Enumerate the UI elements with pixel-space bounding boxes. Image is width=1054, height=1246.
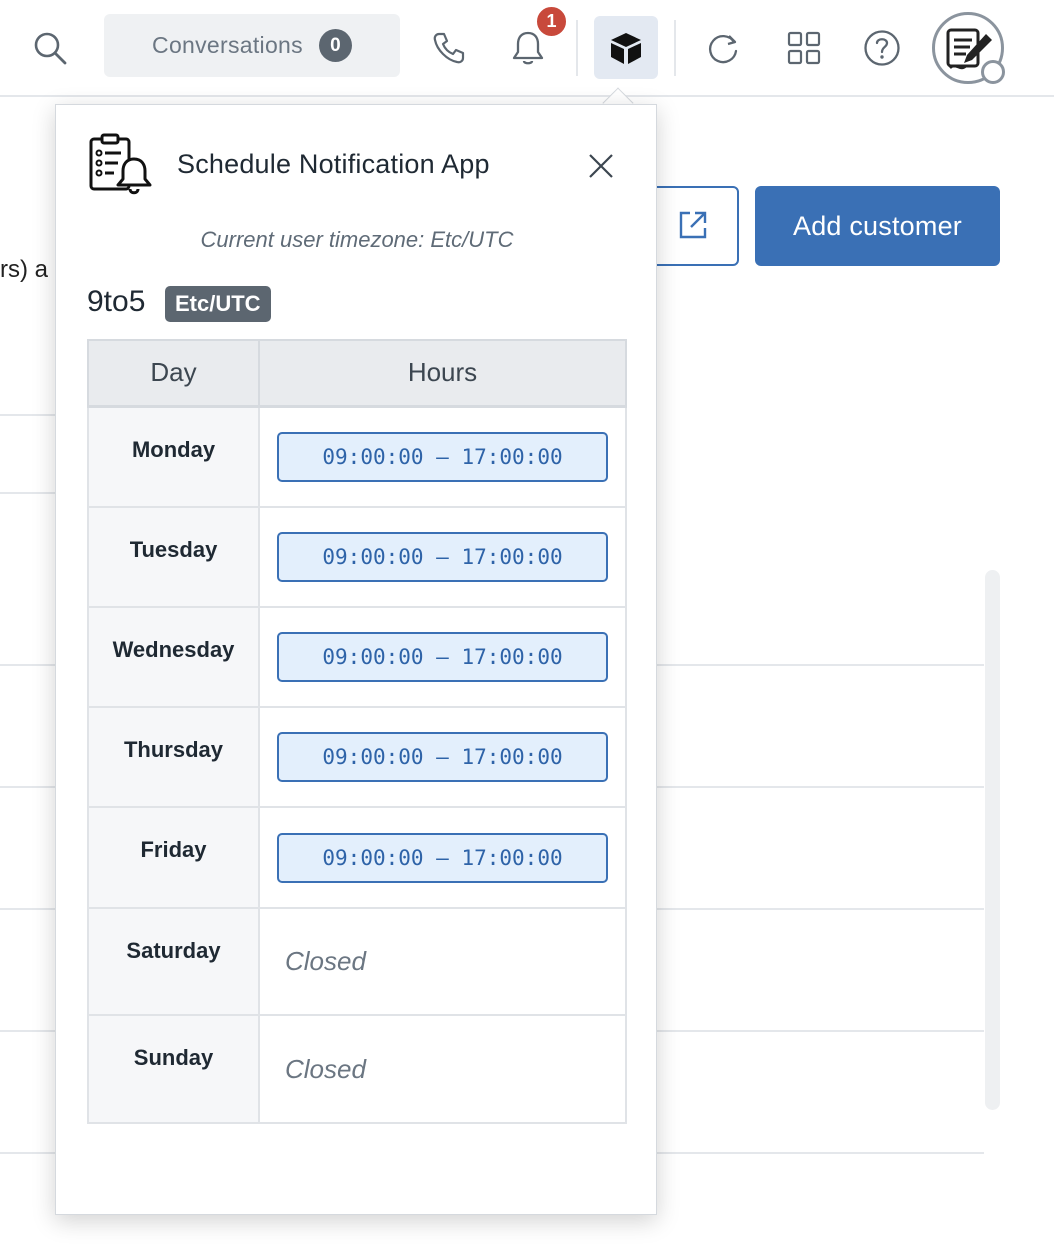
time-range-pill: 09:00:00 – 17:00:00: [277, 431, 608, 482]
scrollbar[interactable]: [985, 570, 1000, 1110]
hours-cell: 09:00:00 – 17:00:00: [258, 606, 627, 708]
day-cell: Friday: [87, 806, 260, 909]
cube-icon: [611, 32, 641, 64]
hours-cell: Closed: [258, 907, 627, 1016]
divider: [0, 414, 60, 416]
top-bar: Conversations 0 1: [0, 0, 1054, 97]
background-text: rs) a: [0, 256, 48, 283]
table-row: Tuesday 09:00:00 – 17:00:00: [87, 506, 627, 608]
table-row: Wednesday 09:00:00 – 17:00:00: [87, 606, 627, 708]
day-label: Saturday: [126, 938, 221, 963]
day-cell: Sunday: [87, 1014, 260, 1124]
divider: [0, 664, 60, 666]
divider: [656, 1030, 984, 1032]
time-range-pill: 09:00:00 – 17:00:00: [277, 832, 608, 883]
divider: [0, 1152, 60, 1154]
hours-cell: 09:00:00 – 17:00:00: [258, 405, 627, 508]
day-column-header: Day: [87, 339, 260, 408]
notification-count-badge: 1: [535, 5, 568, 38]
refresh-icon[interactable]: [698, 24, 748, 72]
time-range-pill: 09:00:00 – 17:00:00: [277, 732, 608, 782]
timezone-note: Current user timezone: Etc/UTC: [200, 227, 514, 252]
divider: [0, 492, 60, 494]
table-header-row: Day Hours: [87, 339, 627, 408]
time-range-pill: 09:00:00 – 17:00:00: [277, 532, 608, 582]
divider: [656, 1152, 984, 1154]
table-row: Monday 09:00:00 – 17:00:00: [87, 405, 627, 508]
external-link-icon: [679, 211, 707, 239]
divider: [656, 664, 984, 666]
schedule-name: 9to5: [87, 285, 146, 318]
day-label: Friday: [140, 837, 207, 862]
closed-label: Closed: [285, 1053, 366, 1084]
divider: [0, 1030, 60, 1032]
schedule-popover: Schedule Notification App Current user t…: [55, 104, 657, 1215]
help-icon[interactable]: [858, 24, 906, 72]
hours-table: Day Hours Monday 09:00:00 – 17:00:00 Tue…: [87, 339, 627, 1124]
time-range-pill: 09:00:00 – 17:00:00: [277, 632, 608, 682]
phone-icon[interactable]: [424, 24, 472, 72]
table-row: Friday 09:00:00 – 17:00:00: [87, 806, 627, 909]
table-row: Saturday Closed: [87, 907, 627, 1016]
day-cell: Saturday: [87, 907, 260, 1016]
apps-button[interactable]: [594, 16, 658, 79]
table-row: Thursday 09:00:00 – 17:00:00: [87, 706, 627, 808]
table-row: Sunday Closed: [87, 1014, 627, 1124]
schedule-bell-icon: [88, 133, 154, 197]
divider: [0, 908, 60, 910]
day-label: Wednesday: [112, 637, 235, 662]
day-label: Monday: [131, 436, 216, 462]
hours-cell: Closed: [258, 1014, 627, 1124]
day-cell: Thursday: [87, 706, 260, 808]
day-label: Thursday: [123, 737, 224, 762]
close-icon[interactable]: [586, 151, 616, 181]
day-label: Tuesday: [129, 537, 218, 562]
divider: [656, 908, 984, 910]
day-cell: Wednesday: [87, 606, 260, 708]
app-grid-icon[interactable]: [780, 24, 828, 72]
divider: [0, 786, 60, 788]
timezone-badge: Etc/UTC: [165, 286, 271, 322]
hours-cell: 09:00:00 – 17:00:00: [258, 806, 627, 909]
day-cell: Monday: [87, 405, 260, 508]
toolbar-divider: [674, 20, 676, 76]
day-label: Sunday: [133, 1045, 214, 1070]
add-customer-button[interactable]: Add customer: [755, 186, 1000, 266]
hours-column-header: Hours: [258, 339, 627, 408]
toolbar-divider: [576, 20, 578, 76]
conversations-count-badge: 0: [318, 29, 352, 62]
avatar-status-indicator: [981, 60, 1005, 84]
hours-cell: 09:00:00 – 17:00:00: [258, 706, 627, 808]
closed-label: Closed: [285, 946, 366, 976]
popover-title: Schedule Notification App: [177, 149, 490, 179]
conversations-label: Conversations: [152, 32, 303, 58]
conversations-button[interactable]: Conversations 0: [104, 14, 400, 77]
divider: [656, 786, 984, 788]
hours-cell: 09:00:00 – 17:00:00: [258, 506, 627, 608]
search-icon[interactable]: [26, 24, 74, 72]
day-cell: Tuesday: [87, 506, 260, 608]
